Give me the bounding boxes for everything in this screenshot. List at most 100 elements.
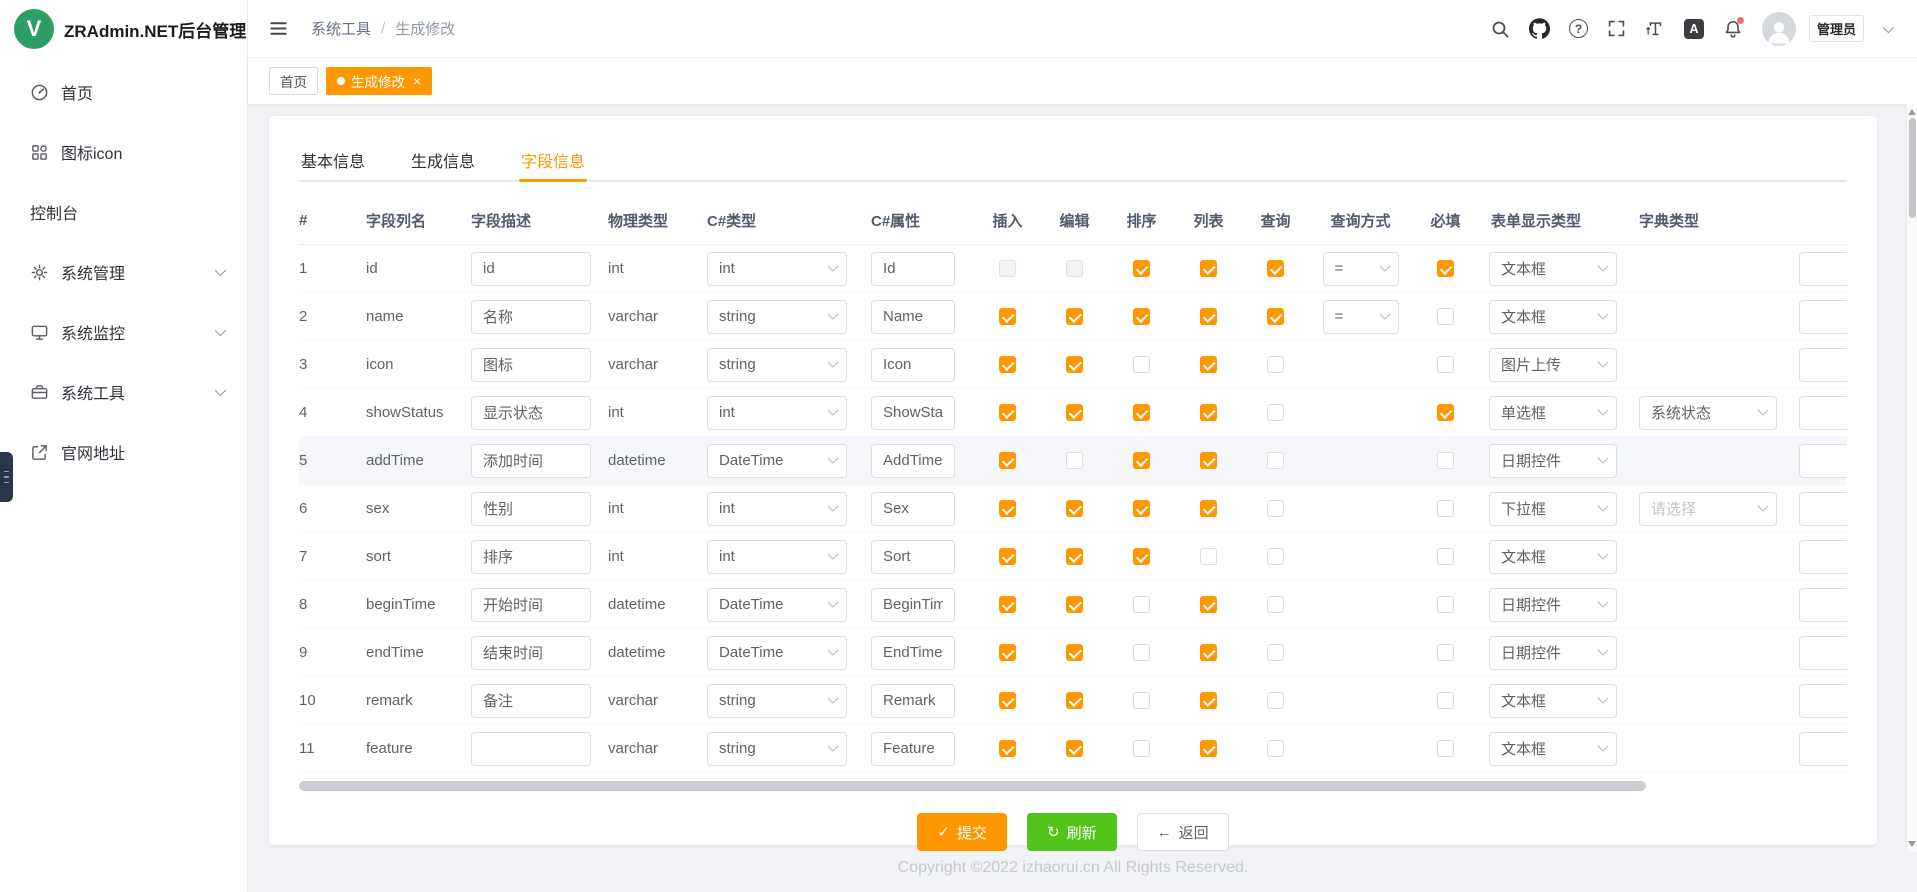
required-checkbox[interactable] [1437, 500, 1454, 517]
edit-checkbox[interactable] [1066, 308, 1083, 325]
csharp-type-select[interactable]: int [707, 540, 847, 574]
csharp-attr-input[interactable] [871, 444, 955, 478]
insert-checkbox[interactable] [999, 548, 1016, 565]
list-checkbox[interactable] [1200, 692, 1217, 709]
overflow-column-input[interactable] [1799, 300, 1847, 334]
edit-checkbox[interactable] [1066, 452, 1083, 469]
query-checkbox[interactable] [1267, 452, 1284, 469]
overflow-column-input[interactable] [1799, 492, 1847, 526]
dict-type-select[interactable]: 系统状态 [1639, 396, 1777, 430]
sort-checkbox[interactable] [1133, 356, 1150, 373]
edit-checkbox[interactable] [1066, 500, 1083, 517]
csharp-type-select[interactable]: string [707, 684, 847, 718]
query-checkbox[interactable] [1267, 356, 1284, 373]
sort-checkbox[interactable] [1133, 452, 1150, 469]
query-checkbox[interactable] [1267, 308, 1284, 325]
sort-checkbox[interactable] [1133, 692, 1150, 709]
insert-checkbox[interactable] [999, 596, 1016, 613]
insert-checkbox[interactable] [999, 644, 1016, 661]
drawer-handle[interactable] [0, 452, 13, 502]
edit-checkbox[interactable] [1066, 644, 1083, 661]
query-checkbox[interactable] [1267, 740, 1284, 757]
insert-checkbox[interactable] [999, 452, 1016, 469]
form-display-type-select[interactable]: 文本框 [1489, 684, 1617, 718]
csharp-attr-input[interactable] [871, 636, 955, 670]
list-checkbox[interactable] [1200, 308, 1217, 325]
field-description-input[interactable] [471, 588, 591, 622]
close-icon[interactable]: × [413, 74, 421, 88]
overflow-column-input[interactable] [1799, 588, 1847, 622]
overflow-column-input[interactable] [1799, 732, 1847, 766]
form-display-type-select[interactable]: 单选框 [1489, 396, 1617, 430]
sidebar-item-6[interactable]: 系统工具 [0, 362, 247, 422]
edit-checkbox[interactable] [1066, 548, 1083, 565]
list-checkbox[interactable] [1200, 260, 1217, 277]
sort-checkbox[interactable] [1133, 260, 1150, 277]
csharp-type-select[interactable]: string [707, 732, 847, 766]
form-display-type-select[interactable]: 文本框 [1489, 300, 1617, 334]
scroll-up-arrow[interactable] [1908, 109, 1916, 115]
font-size-icon[interactable] [1645, 19, 1665, 39]
csharp-type-select[interactable]: int [707, 492, 847, 526]
overflow-column-input[interactable] [1799, 444, 1847, 478]
csharp-type-select[interactable]: int [707, 252, 847, 286]
sort-checkbox[interactable] [1133, 404, 1150, 421]
tab-basic-info[interactable]: 基本信息 [299, 140, 367, 180]
list-checkbox[interactable] [1200, 548, 1217, 565]
refresh-button[interactable]: ↻ 刷新 [1027, 813, 1117, 851]
csharp-type-select[interactable]: DateTime [707, 444, 847, 478]
list-checkbox[interactable] [1200, 596, 1217, 613]
query-checkbox[interactable] [1267, 548, 1284, 565]
csharp-type-select[interactable]: int [707, 396, 847, 430]
csharp-attr-input[interactable] [871, 684, 955, 718]
sidebar-item-2[interactable]: 图标icon [0, 122, 247, 182]
sort-checkbox[interactable] [1133, 644, 1150, 661]
query-checkbox[interactable] [1267, 260, 1284, 277]
form-display-type-select[interactable]: 日期控件 [1489, 588, 1617, 622]
list-checkbox[interactable] [1200, 500, 1217, 517]
field-description-input[interactable] [471, 300, 591, 334]
csharp-attr-input[interactable] [871, 588, 955, 622]
edit-checkbox[interactable] [1066, 596, 1083, 613]
required-checkbox[interactable] [1437, 692, 1454, 709]
required-checkbox[interactable] [1437, 260, 1454, 277]
form-display-type-select[interactable]: 文本框 [1489, 252, 1617, 286]
query-checkbox[interactable] [1267, 692, 1284, 709]
user-name[interactable]: 管理员 [1809, 15, 1864, 42]
field-description-input[interactable] [471, 444, 591, 478]
submit-button[interactable]: ✓ 提交 [917, 813, 1007, 851]
insert-checkbox[interactable] [999, 692, 1016, 709]
field-description-input[interactable] [471, 732, 591, 766]
form-display-type-select[interactable]: 日期控件 [1489, 636, 1617, 670]
csharp-attr-input[interactable] [871, 252, 955, 286]
list-checkbox[interactable] [1200, 404, 1217, 421]
insert-checkbox[interactable] [999, 308, 1016, 325]
edit-checkbox[interactable] [1066, 404, 1083, 421]
query-mode-select[interactable]: = [1323, 300, 1399, 334]
form-display-type-select[interactable]: 文本框 [1489, 540, 1617, 574]
required-checkbox[interactable] [1437, 404, 1454, 421]
edit-checkbox[interactable] [1066, 740, 1083, 757]
form-display-type-select[interactable]: 日期控件 [1489, 444, 1617, 478]
back-button[interactable]: ← 返回 [1137, 813, 1229, 851]
overflow-column-input[interactable] [1799, 396, 1847, 430]
sort-checkbox[interactable] [1133, 740, 1150, 757]
github-icon[interactable] [1529, 18, 1550, 39]
required-checkbox[interactable] [1437, 356, 1454, 373]
scroll-down-arrow[interactable] [1908, 841, 1916, 847]
help-icon[interactable]: ? [1569, 19, 1588, 38]
tag-home[interactable]: 首页 [269, 67, 318, 95]
list-checkbox[interactable] [1200, 740, 1217, 757]
collapse-sidebar-icon[interactable] [268, 18, 289, 39]
csharp-attr-input[interactable] [871, 348, 955, 382]
field-description-input[interactable] [471, 684, 591, 718]
overflow-column-input[interactable] [1799, 684, 1847, 718]
field-description-input[interactable] [471, 348, 591, 382]
overflow-column-input[interactable] [1799, 252, 1847, 286]
required-checkbox[interactable] [1437, 548, 1454, 565]
avatar[interactable] [1762, 12, 1796, 46]
csharp-type-select[interactable]: DateTime [707, 588, 847, 622]
overflow-column-input[interactable] [1799, 636, 1847, 670]
form-display-type-select[interactable]: 图片上传 [1489, 348, 1617, 382]
required-checkbox[interactable] [1437, 452, 1454, 469]
